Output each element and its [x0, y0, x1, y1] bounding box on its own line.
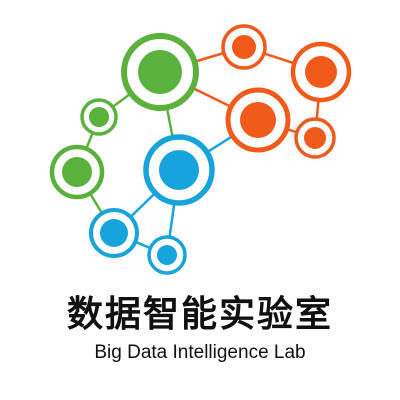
orange-nodes	[221, 24, 352, 159]
network-node	[294, 117, 336, 159]
network-nodes-icon	[49, 24, 352, 275]
lab-title-chinese: 数据智能实验室	[66, 294, 333, 335]
network-node	[49, 144, 105, 200]
lab-title-english: Big Data Intelligence Lab	[94, 342, 306, 363]
network-node	[121, 33, 199, 111]
network-node	[221, 24, 267, 70]
network-node	[143, 134, 215, 206]
network-node	[89, 208, 139, 258]
logo-page: 数据智能实验室 Big Data Intelligence Lab	[0, 0, 400, 400]
network-node	[290, 41, 352, 103]
blue-nodes	[89, 134, 215, 275]
network-node	[225, 87, 291, 153]
network-node	[147, 235, 187, 275]
network-node	[80, 98, 118, 136]
